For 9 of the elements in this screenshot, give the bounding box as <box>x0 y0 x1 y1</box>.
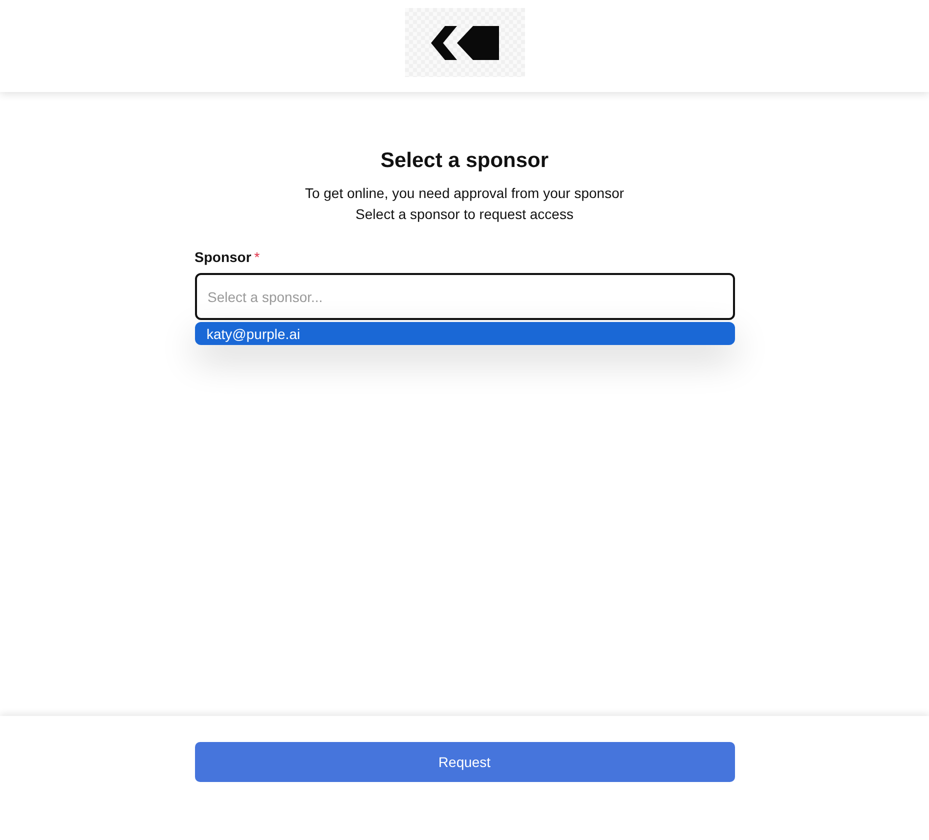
page-title: Select a sponsor <box>380 149 549 173</box>
logo-icon <box>430 26 498 60</box>
subtitle-text: To get online, you need approval from your sponsor <box>304 184 624 203</box>
dropdown-option[interactable]: katy@purple.ai <box>194 322 734 345</box>
request-button[interactable]: Request <box>194 742 734 782</box>
subtitle-text: Select a sponsor to request access <box>356 205 574 224</box>
field-label: Sponsor <box>194 249 252 265</box>
sponsor-select-field[interactable]: Select a sponsor... <box>194 273 734 320</box>
required-mark: * <box>254 249 260 265</box>
